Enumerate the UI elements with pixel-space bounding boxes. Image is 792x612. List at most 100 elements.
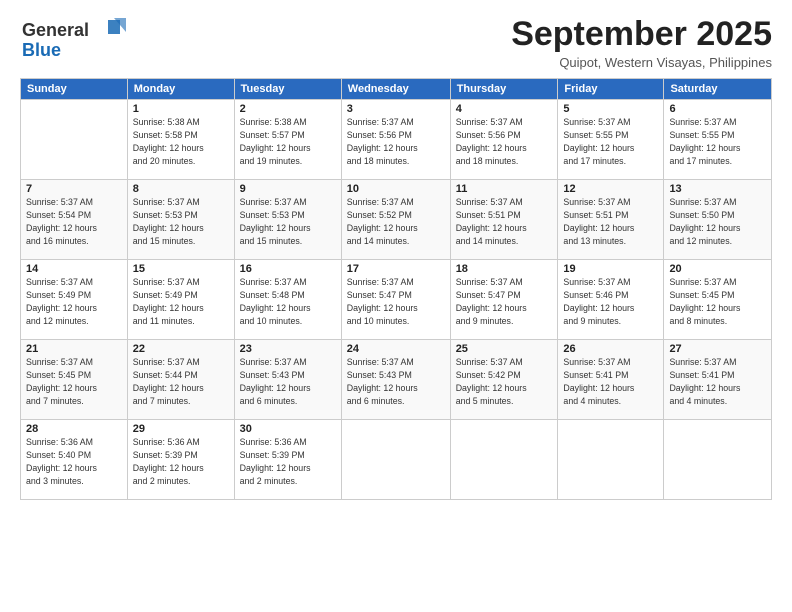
table-row: 14Sunrise: 5:37 AMSunset: 5:49 PMDayligh…: [21, 260, 128, 340]
day-number: 23: [240, 343, 336, 355]
table-row: 24Sunrise: 5:37 AMSunset: 5:43 PMDayligh…: [341, 340, 450, 420]
table-row: 21Sunrise: 5:37 AMSunset: 5:45 PMDayligh…: [21, 340, 128, 420]
header-monday: Monday: [127, 79, 234, 100]
table-row: 6Sunrise: 5:37 AMSunset: 5:55 PMDaylight…: [664, 100, 772, 180]
day-info: Sunrise: 5:37 AMSunset: 5:51 PMDaylight:…: [456, 196, 553, 247]
header-tuesday: Tuesday: [234, 79, 341, 100]
table-row: 20Sunrise: 5:37 AMSunset: 5:45 PMDayligh…: [664, 260, 772, 340]
day-number: 26: [563, 343, 658, 355]
logo: General Blue: [20, 16, 130, 65]
day-number: 10: [347, 183, 445, 195]
table-row: 17Sunrise: 5:37 AMSunset: 5:47 PMDayligh…: [341, 260, 450, 340]
day-number: 11: [456, 183, 553, 195]
day-info: Sunrise: 5:37 AMSunset: 5:45 PMDaylight:…: [26, 356, 122, 407]
day-number: 25: [456, 343, 553, 355]
day-info: Sunrise: 5:37 AMSunset: 5:42 PMDaylight:…: [456, 356, 553, 407]
day-number: 30: [240, 423, 336, 435]
header-saturday: Saturday: [664, 79, 772, 100]
table-row: 12Sunrise: 5:37 AMSunset: 5:51 PMDayligh…: [558, 180, 664, 260]
day-info: Sunrise: 5:37 AMSunset: 5:45 PMDaylight:…: [669, 276, 766, 327]
day-info: Sunrise: 5:37 AMSunset: 5:48 PMDaylight:…: [240, 276, 336, 327]
table-row: [664, 420, 772, 500]
header-friday: Friday: [558, 79, 664, 100]
table-row: 15Sunrise: 5:37 AMSunset: 5:49 PMDayligh…: [127, 260, 234, 340]
table-row: 2Sunrise: 5:38 AMSunset: 5:57 PMDaylight…: [234, 100, 341, 180]
day-info: Sunrise: 5:37 AMSunset: 5:47 PMDaylight:…: [347, 276, 445, 327]
table-row: [21, 100, 128, 180]
day-number: 15: [133, 263, 229, 275]
table-row: 13Sunrise: 5:37 AMSunset: 5:50 PMDayligh…: [664, 180, 772, 260]
table-row: 30Sunrise: 5:36 AMSunset: 5:39 PMDayligh…: [234, 420, 341, 500]
day-number: 1: [133, 103, 229, 115]
day-number: 14: [26, 263, 122, 275]
day-number: 12: [563, 183, 658, 195]
table-row: 29Sunrise: 5:36 AMSunset: 5:39 PMDayligh…: [127, 420, 234, 500]
day-info: Sunrise: 5:36 AMSunset: 5:40 PMDaylight:…: [26, 436, 122, 487]
table-row: 9Sunrise: 5:37 AMSunset: 5:53 PMDaylight…: [234, 180, 341, 260]
day-number: 24: [347, 343, 445, 355]
day-number: 27: [669, 343, 766, 355]
day-info: Sunrise: 5:36 AMSunset: 5:39 PMDaylight:…: [240, 436, 336, 487]
day-number: 16: [240, 263, 336, 275]
month-title: September 2025: [511, 16, 772, 53]
location: Quipot, Western Visayas, Philippines: [511, 55, 772, 70]
day-number: 18: [456, 263, 553, 275]
day-info: Sunrise: 5:37 AMSunset: 5:49 PMDaylight:…: [26, 276, 122, 327]
table-row: 26Sunrise: 5:37 AMSunset: 5:41 PMDayligh…: [558, 340, 664, 420]
day-info: Sunrise: 5:37 AMSunset: 5:44 PMDaylight:…: [133, 356, 229, 407]
table-row: 1Sunrise: 5:38 AMSunset: 5:58 PMDaylight…: [127, 100, 234, 180]
day-number: 22: [133, 343, 229, 355]
day-info: Sunrise: 5:37 AMSunset: 5:41 PMDaylight:…: [563, 356, 658, 407]
header: General Blue September 2025 Quipot, West…: [20, 16, 772, 70]
svg-text:General: General: [22, 20, 89, 40]
day-info: Sunrise: 5:37 AMSunset: 5:56 PMDaylight:…: [456, 116, 553, 167]
table-row: [450, 420, 558, 500]
day-info: Sunrise: 5:37 AMSunset: 5:55 PMDaylight:…: [563, 116, 658, 167]
day-info: Sunrise: 5:37 AMSunset: 5:52 PMDaylight:…: [347, 196, 445, 247]
table-row: 11Sunrise: 5:37 AMSunset: 5:51 PMDayligh…: [450, 180, 558, 260]
table-row: 8Sunrise: 5:37 AMSunset: 5:53 PMDaylight…: [127, 180, 234, 260]
day-info: Sunrise: 5:36 AMSunset: 5:39 PMDaylight:…: [133, 436, 229, 487]
table-row: [558, 420, 664, 500]
day-number: 3: [347, 103, 445, 115]
svg-text:Blue: Blue: [22, 40, 61, 60]
table-row: 22Sunrise: 5:37 AMSunset: 5:44 PMDayligh…: [127, 340, 234, 420]
table-row: [341, 420, 450, 500]
calendar-header-row: Sunday Monday Tuesday Wednesday Thursday…: [21, 79, 772, 100]
day-number: 20: [669, 263, 766, 275]
day-info: Sunrise: 5:38 AMSunset: 5:57 PMDaylight:…: [240, 116, 336, 167]
day-info: Sunrise: 5:37 AMSunset: 5:56 PMDaylight:…: [347, 116, 445, 167]
table-row: 27Sunrise: 5:37 AMSunset: 5:41 PMDayligh…: [664, 340, 772, 420]
header-wednesday: Wednesday: [341, 79, 450, 100]
table-row: 16Sunrise: 5:37 AMSunset: 5:48 PMDayligh…: [234, 260, 341, 340]
table-row: 25Sunrise: 5:37 AMSunset: 5:42 PMDayligh…: [450, 340, 558, 420]
day-number: 28: [26, 423, 122, 435]
day-number: 5: [563, 103, 658, 115]
day-number: 13: [669, 183, 766, 195]
day-info: Sunrise: 5:37 AMSunset: 5:47 PMDaylight:…: [456, 276, 553, 327]
title-block: September 2025 Quipot, Western Visayas, …: [511, 16, 772, 70]
calendar-table: Sunday Monday Tuesday Wednesday Thursday…: [20, 78, 772, 500]
table-row: 19Sunrise: 5:37 AMSunset: 5:46 PMDayligh…: [558, 260, 664, 340]
day-number: 29: [133, 423, 229, 435]
day-number: 7: [26, 183, 122, 195]
day-number: 21: [26, 343, 122, 355]
table-row: 10Sunrise: 5:37 AMSunset: 5:52 PMDayligh…: [341, 180, 450, 260]
table-row: 3Sunrise: 5:37 AMSunset: 5:56 PMDaylight…: [341, 100, 450, 180]
header-thursday: Thursday: [450, 79, 558, 100]
day-info: Sunrise: 5:37 AMSunset: 5:49 PMDaylight:…: [133, 276, 229, 327]
table-row: 23Sunrise: 5:37 AMSunset: 5:43 PMDayligh…: [234, 340, 341, 420]
table-row: 7Sunrise: 5:37 AMSunset: 5:54 PMDaylight…: [21, 180, 128, 260]
day-info: Sunrise: 5:37 AMSunset: 5:53 PMDaylight:…: [133, 196, 229, 247]
table-row: 28Sunrise: 5:36 AMSunset: 5:40 PMDayligh…: [21, 420, 128, 500]
day-info: Sunrise: 5:37 AMSunset: 5:53 PMDaylight:…: [240, 196, 336, 247]
table-row: 5Sunrise: 5:37 AMSunset: 5:55 PMDaylight…: [558, 100, 664, 180]
day-number: 2: [240, 103, 336, 115]
day-number: 8: [133, 183, 229, 195]
day-number: 4: [456, 103, 553, 115]
page: General Blue September 2025 Quipot, West…: [0, 0, 792, 612]
day-info: Sunrise: 5:37 AMSunset: 5:51 PMDaylight:…: [563, 196, 658, 247]
day-number: 17: [347, 263, 445, 275]
day-info: Sunrise: 5:37 AMSunset: 5:50 PMDaylight:…: [669, 196, 766, 247]
day-number: 19: [563, 263, 658, 275]
